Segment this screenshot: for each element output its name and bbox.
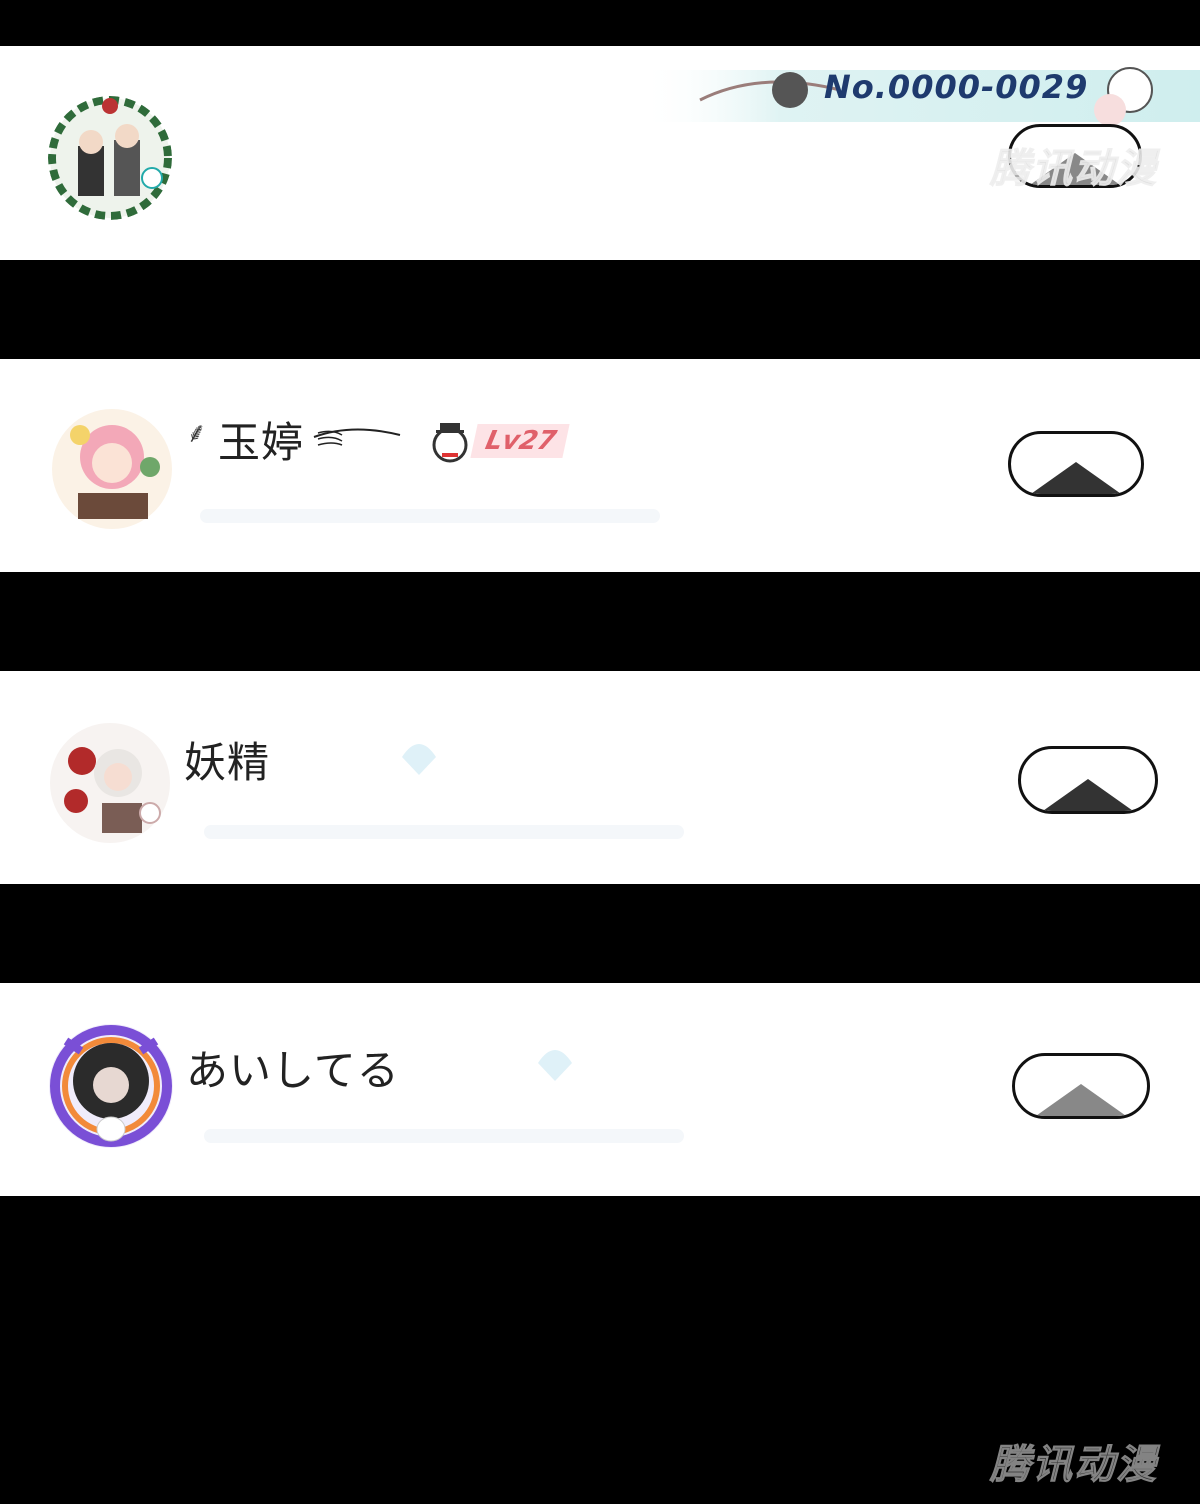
user-row[interactable]: 妖精: [0, 671, 1200, 884]
follow-button[interactable]: [1018, 746, 1158, 814]
follow-button[interactable]: [1012, 1053, 1150, 1119]
user-row[interactable]: ⸙ 玉婷 Lv27: [0, 359, 1200, 572]
avatar[interactable]: [46, 1021, 176, 1151]
avatar[interactable]: [48, 721, 172, 845]
wing-icon: [313, 428, 401, 446]
avatar[interactable]: [48, 96, 172, 220]
signature-placeholder: [200, 509, 660, 523]
heart-icon: [538, 1050, 572, 1081]
user-row[interactable]: あいしてる: [0, 983, 1200, 1196]
user-name: あいしてる: [186, 1046, 400, 1095]
follow-button-shape: [1033, 1084, 1129, 1116]
follow-button-shape: [1040, 779, 1136, 811]
feather-icon: ⸙: [186, 416, 208, 449]
signature-placeholder: [204, 825, 684, 839]
follow-button-shape: [1028, 462, 1124, 494]
avatar[interactable]: [50, 407, 174, 531]
follow-button[interactable]: [1008, 431, 1144, 497]
signature-placeholder: [204, 1129, 684, 1143]
level-badge: Lv27: [430, 419, 570, 463]
watermark-label: 腾讯动漫: [990, 146, 1158, 193]
heart-icon: [402, 744, 436, 775]
watermark-label: 腾讯动漫: [990, 1442, 1158, 1489]
user-name: 妖精: [184, 738, 271, 787]
level-text: Lv27: [470, 424, 570, 458]
collector-number: No.0000-0029: [824, 68, 1089, 106]
header-card: No.0000-0029 腾讯动漫: [0, 46, 1200, 260]
user-name: 玉婷: [218, 418, 305, 467]
snowman-icon: [432, 423, 468, 463]
